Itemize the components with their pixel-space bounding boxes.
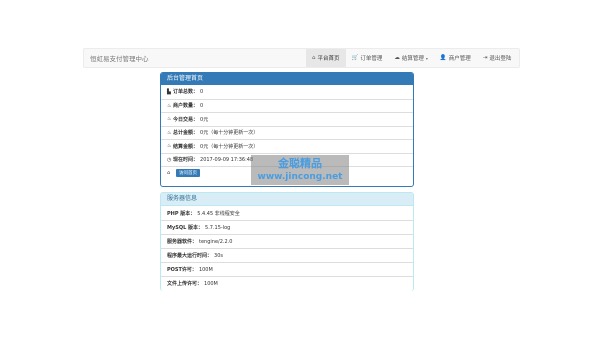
nav-item-label: 退出登陆: [489, 56, 512, 62]
nav-item-label: 平台首页: [317, 56, 340, 62]
info-label: 程序最大运行时间：: [167, 253, 213, 259]
nav-item-orders[interactable]: 🛒 订单管理: [346, 49, 389, 67]
user-icon: 👤: [439, 55, 447, 61]
panel-title: 服务器信息: [161, 193, 413, 206]
server-row-mysql-version: MySQL 版本： 5.7.15-log: [161, 220, 413, 234]
info-label: 文件上传许可：: [167, 281, 203, 287]
info-value: tengine/2.2.0: [199, 238, 233, 245]
cloud-icon: ☁: [394, 55, 400, 61]
home-icon: ⌂: [312, 55, 316, 61]
stat-label: 今日交易：: [173, 116, 199, 123]
visit-home-button[interactable]: 访问首页: [176, 169, 200, 178]
stat-value: 0元（每十分钟更新一次）: [200, 143, 259, 150]
stat-label: 现在时间：: [173, 157, 199, 164]
nav-item-label: 商户管理: [448, 56, 471, 62]
info-label: POST许可：: [167, 267, 197, 273]
stat-row-settled-amount: ♨ 结算金额： 0元（每十分钟更新一次）: [161, 139, 413, 153]
nav-item-merchants[interactable]: 👤 商户管理: [434, 49, 477, 67]
cart-icon: 🛒: [351, 55, 359, 61]
stat-row-total-amount: ♨ 总计金额： 0元（每十分钟更新一次）: [161, 125, 413, 140]
home-icon: ⌂: [167, 170, 171, 177]
stat-label: 商户数量：: [173, 103, 199, 110]
stat-label: 总计金额：: [173, 130, 199, 137]
nav-item-label: 订单管理: [360, 56, 383, 62]
stat-value: 0: [200, 88, 204, 95]
logout-icon: ⇥: [482, 55, 488, 61]
top-navbar: 恒虹易支付管理中心 ⌂ 平台首页 🛒 订单管理 ☁ 结算管理 ▾ 👤 商户管理 …: [83, 48, 520, 68]
server-row-software: 服务器软件： tengine/2.2.0: [161, 234, 413, 248]
stat-row-order-count: ▙ 订单总数： 0: [161, 85, 413, 99]
stat-value: 0元: [200, 116, 209, 123]
stat-row-today-trade: ♨ 今日交易： 0元: [161, 112, 413, 126]
info-label: 服务器软件：: [167, 239, 198, 245]
nav-item-home[interactable]: ⌂ 平台首页: [306, 49, 346, 67]
watermark-title: 金聪精品: [278, 157, 322, 170]
brand-title[interactable]: 恒虹易支付管理中心: [90, 53, 149, 63]
chevron-down-icon: ▾: [425, 55, 428, 61]
info-value: 5.7.15-log: [205, 224, 231, 231]
main-nav: ⌂ 平台首页 🛒 订单管理 ☁ 结算管理 ▾ 👤 商户管理 ⇥ 退出登陆: [306, 49, 517, 67]
server-row-php-version: PHP 版本： 5.4.45 非线程安全: [161, 206, 413, 220]
watermark-url: www.jincong.net: [257, 172, 343, 182]
server-row-upload-limit: 文件上传许可： 100M: [161, 276, 413, 290]
watermark-overlay: 金聪精品 www.jincong.net: [251, 155, 349, 185]
info-value: 100M: [204, 280, 218, 287]
server-row-post-limit: POST许可： 100M: [161, 262, 413, 276]
panel-title: 后台管理首页: [161, 73, 413, 85]
info-value: 5.4.45 非线程安全: [197, 210, 240, 217]
stat-row-merchant-count: ♨ 商户数量： 0: [161, 98, 413, 113]
stat-value: 0元（每十分钟更新一次）: [200, 130, 259, 137]
server-row-max-exec-time: 程序最大运行时间： 30s: [161, 248, 413, 262]
stat-value: 2017-09-09 17:36:48: [200, 156, 254, 163]
stat-label: 结算金额：: [173, 143, 199, 150]
info-label: PHP 版本：: [167, 210, 196, 217]
info-label: MySQL 版本：: [167, 225, 204, 231]
nav-item-settlement-dropdown[interactable]: ☁ 结算管理 ▾: [388, 49, 434, 67]
stat-label: 订单总数：: [173, 89, 199, 96]
stat-value: 0: [200, 102, 204, 109]
nav-item-label: 结算管理: [401, 56, 424, 62]
info-value: 30s: [214, 252, 223, 259]
nav-item-logout[interactable]: ⇥ 退出登陆: [477, 49, 518, 67]
info-value: 100M: [198, 266, 213, 273]
server-info-panel: 服务器信息 PHP 版本： 5.4.45 非线程安全 MySQL 版本： 5.7…: [160, 192, 414, 291]
